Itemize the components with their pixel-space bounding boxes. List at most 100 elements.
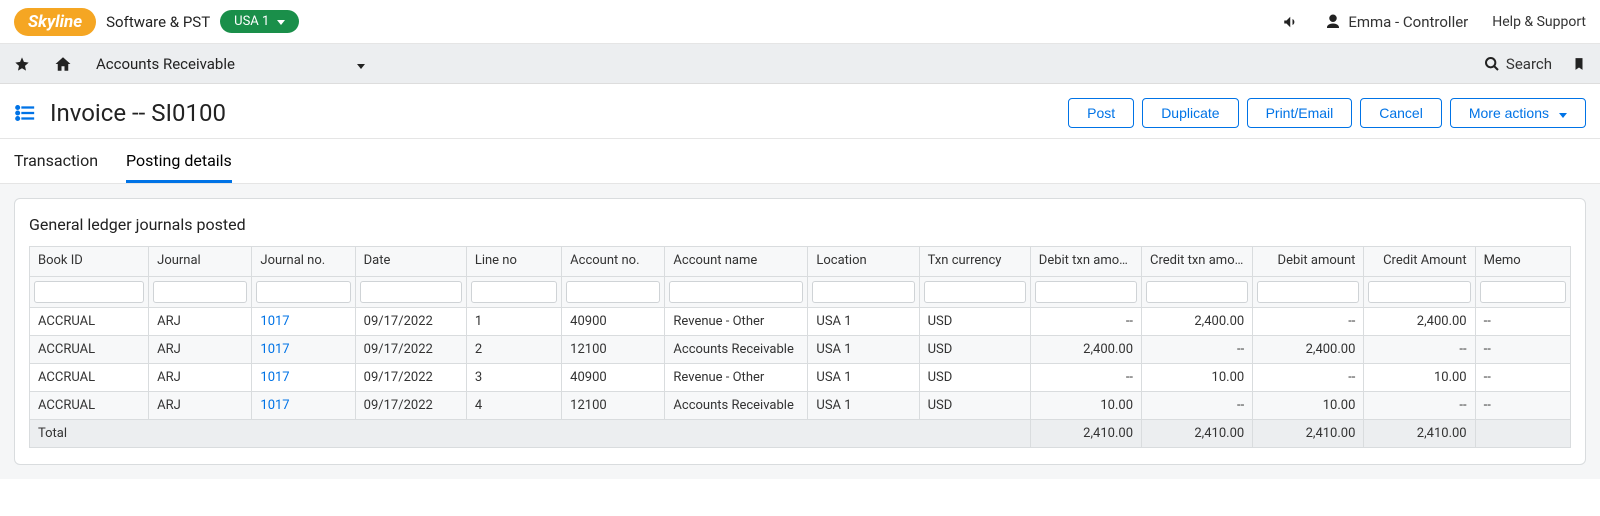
action-buttons: Post Duplicate Print/Email Cancel More a… (1068, 98, 1586, 128)
page-header-left: Invoice -- SI0100 (14, 99, 226, 127)
search-button[interactable]: Search (1484, 55, 1552, 73)
filter-debit[interactable] (1257, 281, 1359, 303)
cell-debit: -- (1253, 308, 1364, 336)
filter-credit-txn[interactable] (1146, 281, 1248, 303)
col-memo[interactable]: Memo (1475, 247, 1570, 277)
cell-credit-txn: -- (1142, 392, 1253, 420)
col-journal[interactable]: Journal (149, 247, 252, 277)
cell-account-name: Accounts Receivable (665, 336, 808, 364)
home-icon[interactable] (54, 55, 72, 73)
cell-memo: -- (1475, 364, 1570, 392)
star-icon[interactable] (14, 56, 30, 72)
filter-account-no[interactable] (566, 281, 660, 303)
cell-credit-txn: 2,400.00 (1142, 308, 1253, 336)
filter-journal-no[interactable] (256, 281, 350, 303)
filter-line-no[interactable] (471, 281, 557, 303)
cell-location: USA 1 (808, 364, 919, 392)
cell-journal-no[interactable]: 1017 (252, 392, 355, 420)
cell-journal-no[interactable]: 1017 (252, 308, 355, 336)
cell-txn-currency: USD (919, 392, 1030, 420)
cell-location: USA 1 (808, 308, 919, 336)
filter-debit-txn[interactable] (1035, 281, 1137, 303)
user-menu[interactable]: Emma - Controller (1324, 13, 1468, 31)
col-debit-txn[interactable]: Debit txn amount (1030, 247, 1141, 277)
col-book-id[interactable]: Book ID (30, 247, 149, 277)
gl-journals-panel: General ledger journals posted Book ID J… (14, 198, 1586, 465)
cell-account-name: Revenue - Other (665, 364, 808, 392)
filter-memo[interactable] (1480, 281, 1566, 303)
cell-account-name: Accounts Receivable (665, 392, 808, 420)
cell-memo: -- (1475, 308, 1570, 336)
duplicate-button[interactable]: Duplicate (1142, 98, 1238, 128)
filter-book-id[interactable] (34, 281, 144, 303)
module-selector[interactable]: Accounts Receivable (96, 55, 365, 73)
list-icon[interactable] (14, 102, 36, 124)
total-label: Total (30, 420, 1031, 448)
help-link[interactable]: Help & Support (1492, 14, 1586, 30)
more-actions-button[interactable]: More actions (1450, 98, 1586, 128)
filter-account-name[interactable] (669, 281, 803, 303)
entity-selector[interactable]: USA 1 (220, 10, 299, 33)
cancel-button[interactable]: Cancel (1360, 98, 1442, 128)
search-icon (1484, 56, 1500, 72)
brand-left: Skyline Software & PST USA 1 (14, 8, 299, 36)
tab-posting-details[interactable]: Posting details (126, 151, 232, 183)
cell-txn-currency: USD (919, 364, 1030, 392)
nav-bar: Accounts Receivable Search (0, 44, 1600, 84)
total-credit: 2,410.00 (1364, 420, 1475, 448)
col-txn-currency[interactable]: Txn currency (919, 247, 1030, 277)
gl-journals-table: Book ID Journal Journal no. Date Line no… (29, 246, 1571, 448)
cell-account-name: Revenue - Other (665, 308, 808, 336)
filter-journal[interactable] (153, 281, 247, 303)
col-location[interactable]: Location (808, 247, 919, 277)
cell-account-no: 40900 (562, 364, 665, 392)
cell-location: USA 1 (808, 336, 919, 364)
filter-credit[interactable] (1368, 281, 1470, 303)
bookmark-icon[interactable] (1572, 56, 1586, 72)
cell-memo: -- (1475, 392, 1570, 420)
company-name: Software & PST (106, 13, 210, 31)
col-debit[interactable]: Debit amount (1253, 247, 1364, 277)
cell-date: 09/17/2022 (355, 364, 466, 392)
col-line-no[interactable]: Line no (466, 247, 561, 277)
cell-line-no: 2 (466, 336, 561, 364)
search-label: Search (1506, 55, 1552, 73)
cell-journal-no[interactable]: 1017 (252, 364, 355, 392)
print-email-button[interactable]: Print/Email (1247, 98, 1353, 128)
cell-txn-currency: USD (919, 336, 1030, 364)
chevron-down-icon (1557, 105, 1567, 121)
col-date[interactable]: Date (355, 247, 466, 277)
cell-date: 09/17/2022 (355, 392, 466, 420)
more-actions-label: More actions (1469, 105, 1549, 121)
filter-txn-currency[interactable] (924, 281, 1026, 303)
cell-book: ACCRUAL (30, 392, 149, 420)
journal-no-link[interactable]: 1017 (260, 398, 289, 413)
journal-no-link[interactable]: 1017 (260, 370, 289, 385)
cell-debit-txn: 10.00 (1030, 392, 1141, 420)
cell-journal: ARJ (149, 308, 252, 336)
col-account-no[interactable]: Account no. (562, 247, 665, 277)
user-name: Emma - Controller (1348, 13, 1468, 31)
cell-book: ACCRUAL (30, 336, 149, 364)
cell-line-no: 3 (466, 364, 561, 392)
journal-no-link[interactable]: 1017 (260, 342, 289, 357)
total-credit-txn: 2,410.00 (1142, 420, 1253, 448)
filter-location[interactable] (812, 281, 914, 303)
filter-date[interactable] (360, 281, 462, 303)
post-button[interactable]: Post (1068, 98, 1134, 128)
announcement-icon[interactable] (1282, 13, 1300, 31)
cell-journal-no[interactable]: 1017 (252, 336, 355, 364)
chevron-down-icon (275, 14, 285, 29)
nav-left: Accounts Receivable (14, 55, 365, 73)
tab-transaction[interactable]: Transaction (14, 151, 98, 183)
cell-memo: -- (1475, 336, 1570, 364)
cell-credit: 10.00 (1364, 364, 1475, 392)
cell-journal: ARJ (149, 336, 252, 364)
nav-right: Search (1484, 55, 1586, 73)
col-journal-no[interactable]: Journal no. (252, 247, 355, 277)
col-credit-txn[interactable]: Credit txn amount (1142, 247, 1253, 277)
journal-no-link[interactable]: 1017 (260, 314, 289, 329)
cell-debit: 10.00 (1253, 392, 1364, 420)
col-account-name[interactable]: Account name (665, 247, 808, 277)
col-credit[interactable]: Credit Amount (1364, 247, 1475, 277)
